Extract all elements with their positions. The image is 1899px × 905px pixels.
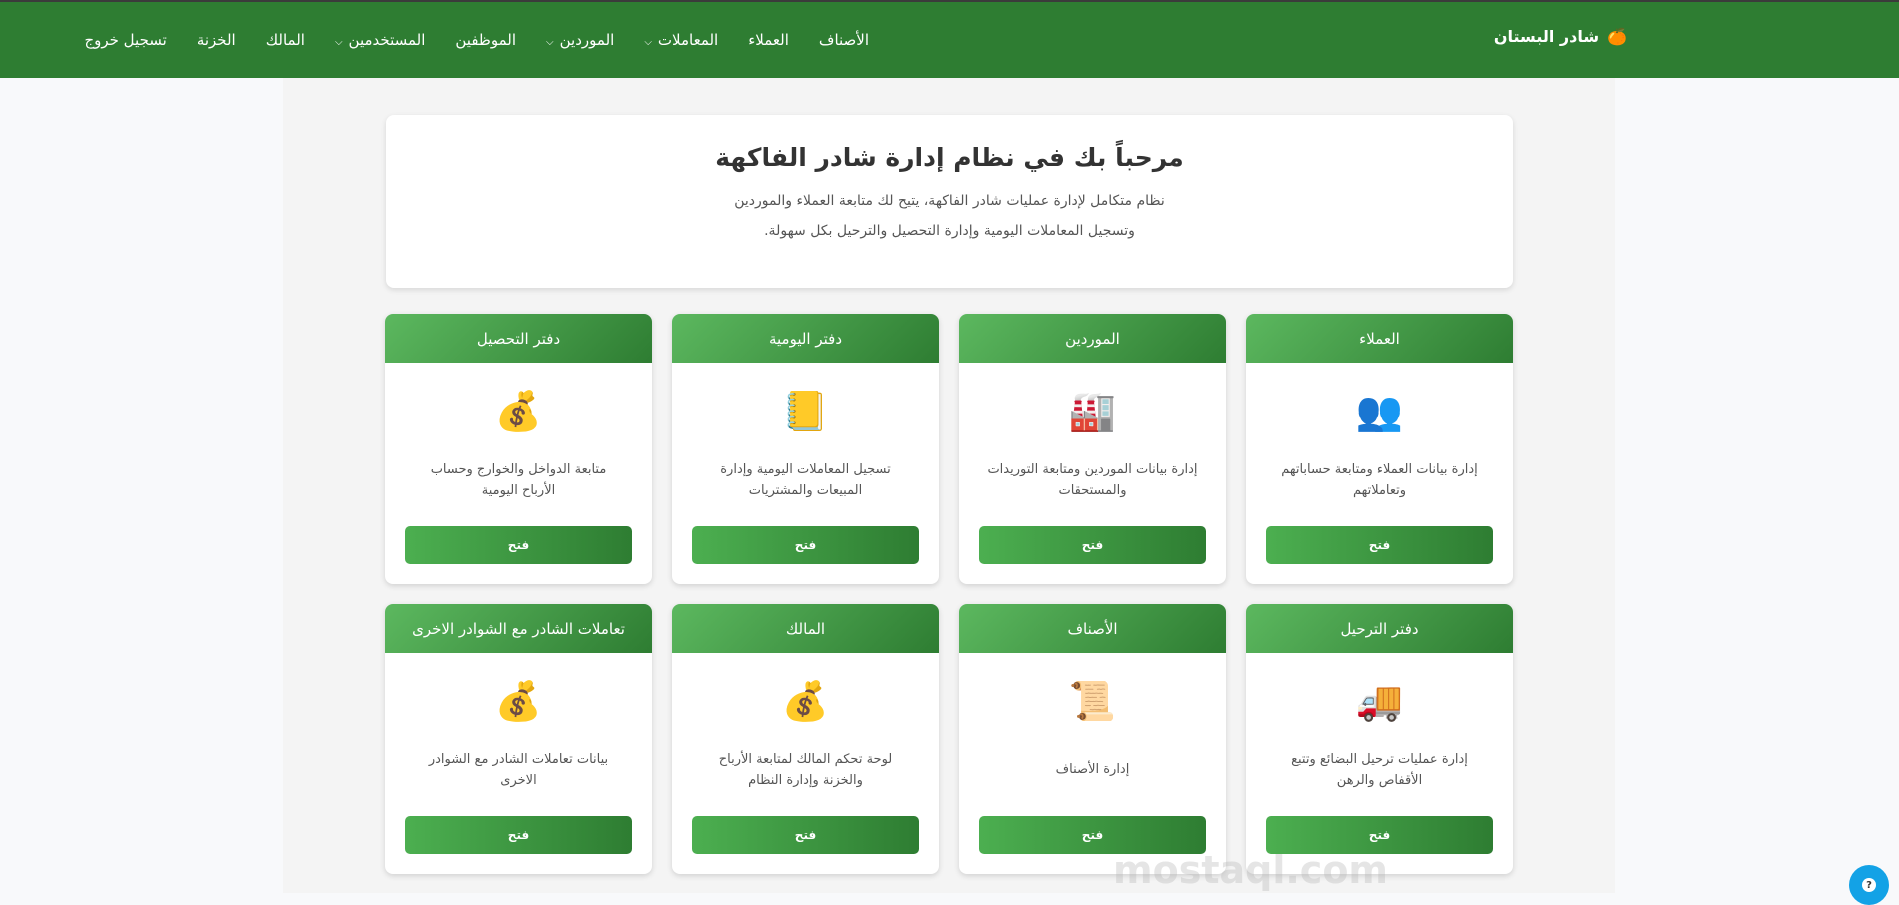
- welcome-line-2: وتسجيل المعاملات اليومية وإدارة التحصيل …: [764, 223, 1135, 239]
- module-card: العملاء 👥 إدارة بيانات العملاء ومتابعة ح…: [1246, 314, 1513, 584]
- open-button[interactable]: فتح: [692, 526, 919, 564]
- welcome-line-1: نظام متكامل لإدارة عمليات شادر الفاكهة، …: [734, 193, 1165, 209]
- nav-users[interactable]: المستخدمين ⌵: [335, 31, 425, 49]
- chevron-down-icon: ⌵: [546, 37, 554, 48]
- nav-owner[interactable]: المالك: [266, 31, 305, 49]
- welcome-title: مرحباً بك في نظام إدارة شادر الفاكهة: [715, 143, 1184, 172]
- card-description: لوحة تحكم المالك لمتابعة الأرباح والخزنة…: [718, 751, 893, 788]
- module-card: دفتر الترحيل 🚚 إدارة عمليات ترحيل البضائ…: [1246, 604, 1513, 874]
- open-button[interactable]: فتح: [405, 526, 632, 564]
- module-card: دفتر اليومية 📒 تسجيل المعاملات اليومية و…: [672, 314, 939, 584]
- open-button[interactable]: فتح: [979, 526, 1206, 564]
- module-icon: 💰: [781, 679, 830, 723]
- card-title: الأصناف: [959, 604, 1226, 653]
- card-description: إدارة الأصناف: [1055, 762, 1130, 777]
- brand-name: شادر البستان: [1493, 27, 1600, 46]
- top-navbar: 🍊 شادر البستان الأصناف العملاء المعاملات…: [0, 0, 1899, 78]
- chevron-down-icon: ⌵: [644, 37, 652, 48]
- module-icon: 🚚: [1355, 679, 1404, 723]
- open-button[interactable]: فتح: [405, 816, 632, 854]
- watermark: mostaql.com: [1113, 848, 1389, 892]
- card-description: متابعة الدواخل والخوارج وحساب الأرباح ال…: [430, 461, 607, 498]
- nav-customers[interactable]: العملاء: [748, 31, 789, 49]
- card-title: دفتر الترحيل: [1246, 604, 1513, 653]
- card-description: إدارة عمليات ترحيل البضائع وتتبع الأقفاص…: [1291, 751, 1468, 788]
- module-icon: 🏭: [1068, 389, 1117, 433]
- question-icon: ?: [1862, 878, 1876, 892]
- card-title: الموردين: [959, 314, 1226, 363]
- help-button[interactable]: ?: [1849, 865, 1889, 905]
- nav-logout[interactable]: تسجيل خروج: [84, 31, 166, 49]
- module-card: الأصناف 📜 إدارة الأصناف فتح: [959, 604, 1226, 874]
- orange-icon: 🍊: [1607, 27, 1627, 46]
- card-title: العملاء: [1246, 314, 1513, 363]
- chevron-down-icon: ⌵: [334, 37, 343, 48]
- module-card: الموردين 🏭 إدارة بيانات الموردين ومتابعة…: [959, 314, 1226, 584]
- nav-suppliers[interactable]: الموردين ⌵: [546, 31, 614, 49]
- brand[interactable]: 🍊 شادر البستان: [1494, 27, 1627, 46]
- card-title: دفتر التحصيل: [385, 314, 652, 363]
- card-description: بيانات تعاملات الشادر مع الشوادر الاخرى: [428, 751, 609, 788]
- card-description: تسجيل المعاملات اليومية وإدارة المبيعات …: [720, 461, 891, 498]
- module-card: تعاملات الشادر مع الشوادر الاخرى 💰 بيانا…: [385, 604, 652, 874]
- card-title: دفتر اليومية: [672, 314, 939, 363]
- module-icon: 👥: [1355, 389, 1404, 433]
- nav-transactions[interactable]: المعاملات ⌵: [644, 31, 718, 49]
- module-icon: 📒: [781, 389, 830, 433]
- nav-users-label: المستخدمين: [348, 31, 426, 49]
- card-title: تعاملات الشادر مع الشوادر الاخرى: [385, 604, 652, 653]
- module-grid: العملاء 👥 إدارة بيانات العملاء ومتابعة ح…: [385, 314, 1513, 874]
- nav-treasury[interactable]: الخزنة: [197, 31, 236, 49]
- module-icon: 📜: [1068, 679, 1117, 723]
- open-button[interactable]: فتح: [692, 816, 919, 854]
- module-icon: 💰: [494, 389, 543, 433]
- card-title: المالك: [672, 604, 939, 653]
- module-card: دفتر التحصيل 💰 متابعة الدواخل والخوارج و…: [385, 314, 652, 584]
- welcome-card: مرحباً بك في نظام إدارة شادر الفاكهة نظا…: [386, 115, 1513, 288]
- nav-transactions-label: المعاملات: [657, 31, 719, 49]
- card-description: إدارة بيانات العملاء ومتابعة حساباتهم وت…: [1281, 461, 1478, 498]
- open-button[interactable]: فتح: [1266, 526, 1493, 564]
- nav-employees[interactable]: الموظفين: [455, 31, 516, 49]
- module-icon: 💰: [494, 679, 543, 723]
- module-card: المالك 💰 لوحة تحكم المالك لمتابعة الأربا…: [672, 604, 939, 874]
- card-description: إدارة بيانات الموردين ومتابعة التوريدات …: [987, 461, 1198, 498]
- nav-items[interactable]: الأصناف: [819, 31, 869, 49]
- main-content: مرحباً بك في نظام إدارة شادر الفاكهة نظا…: [283, 78, 1615, 893]
- nav-suppliers-label: الموردين: [559, 31, 615, 49]
- nav-menu: الأصناف العملاء المعاملات ⌵ الموردين ⌵ الم…: [84, 31, 869, 49]
